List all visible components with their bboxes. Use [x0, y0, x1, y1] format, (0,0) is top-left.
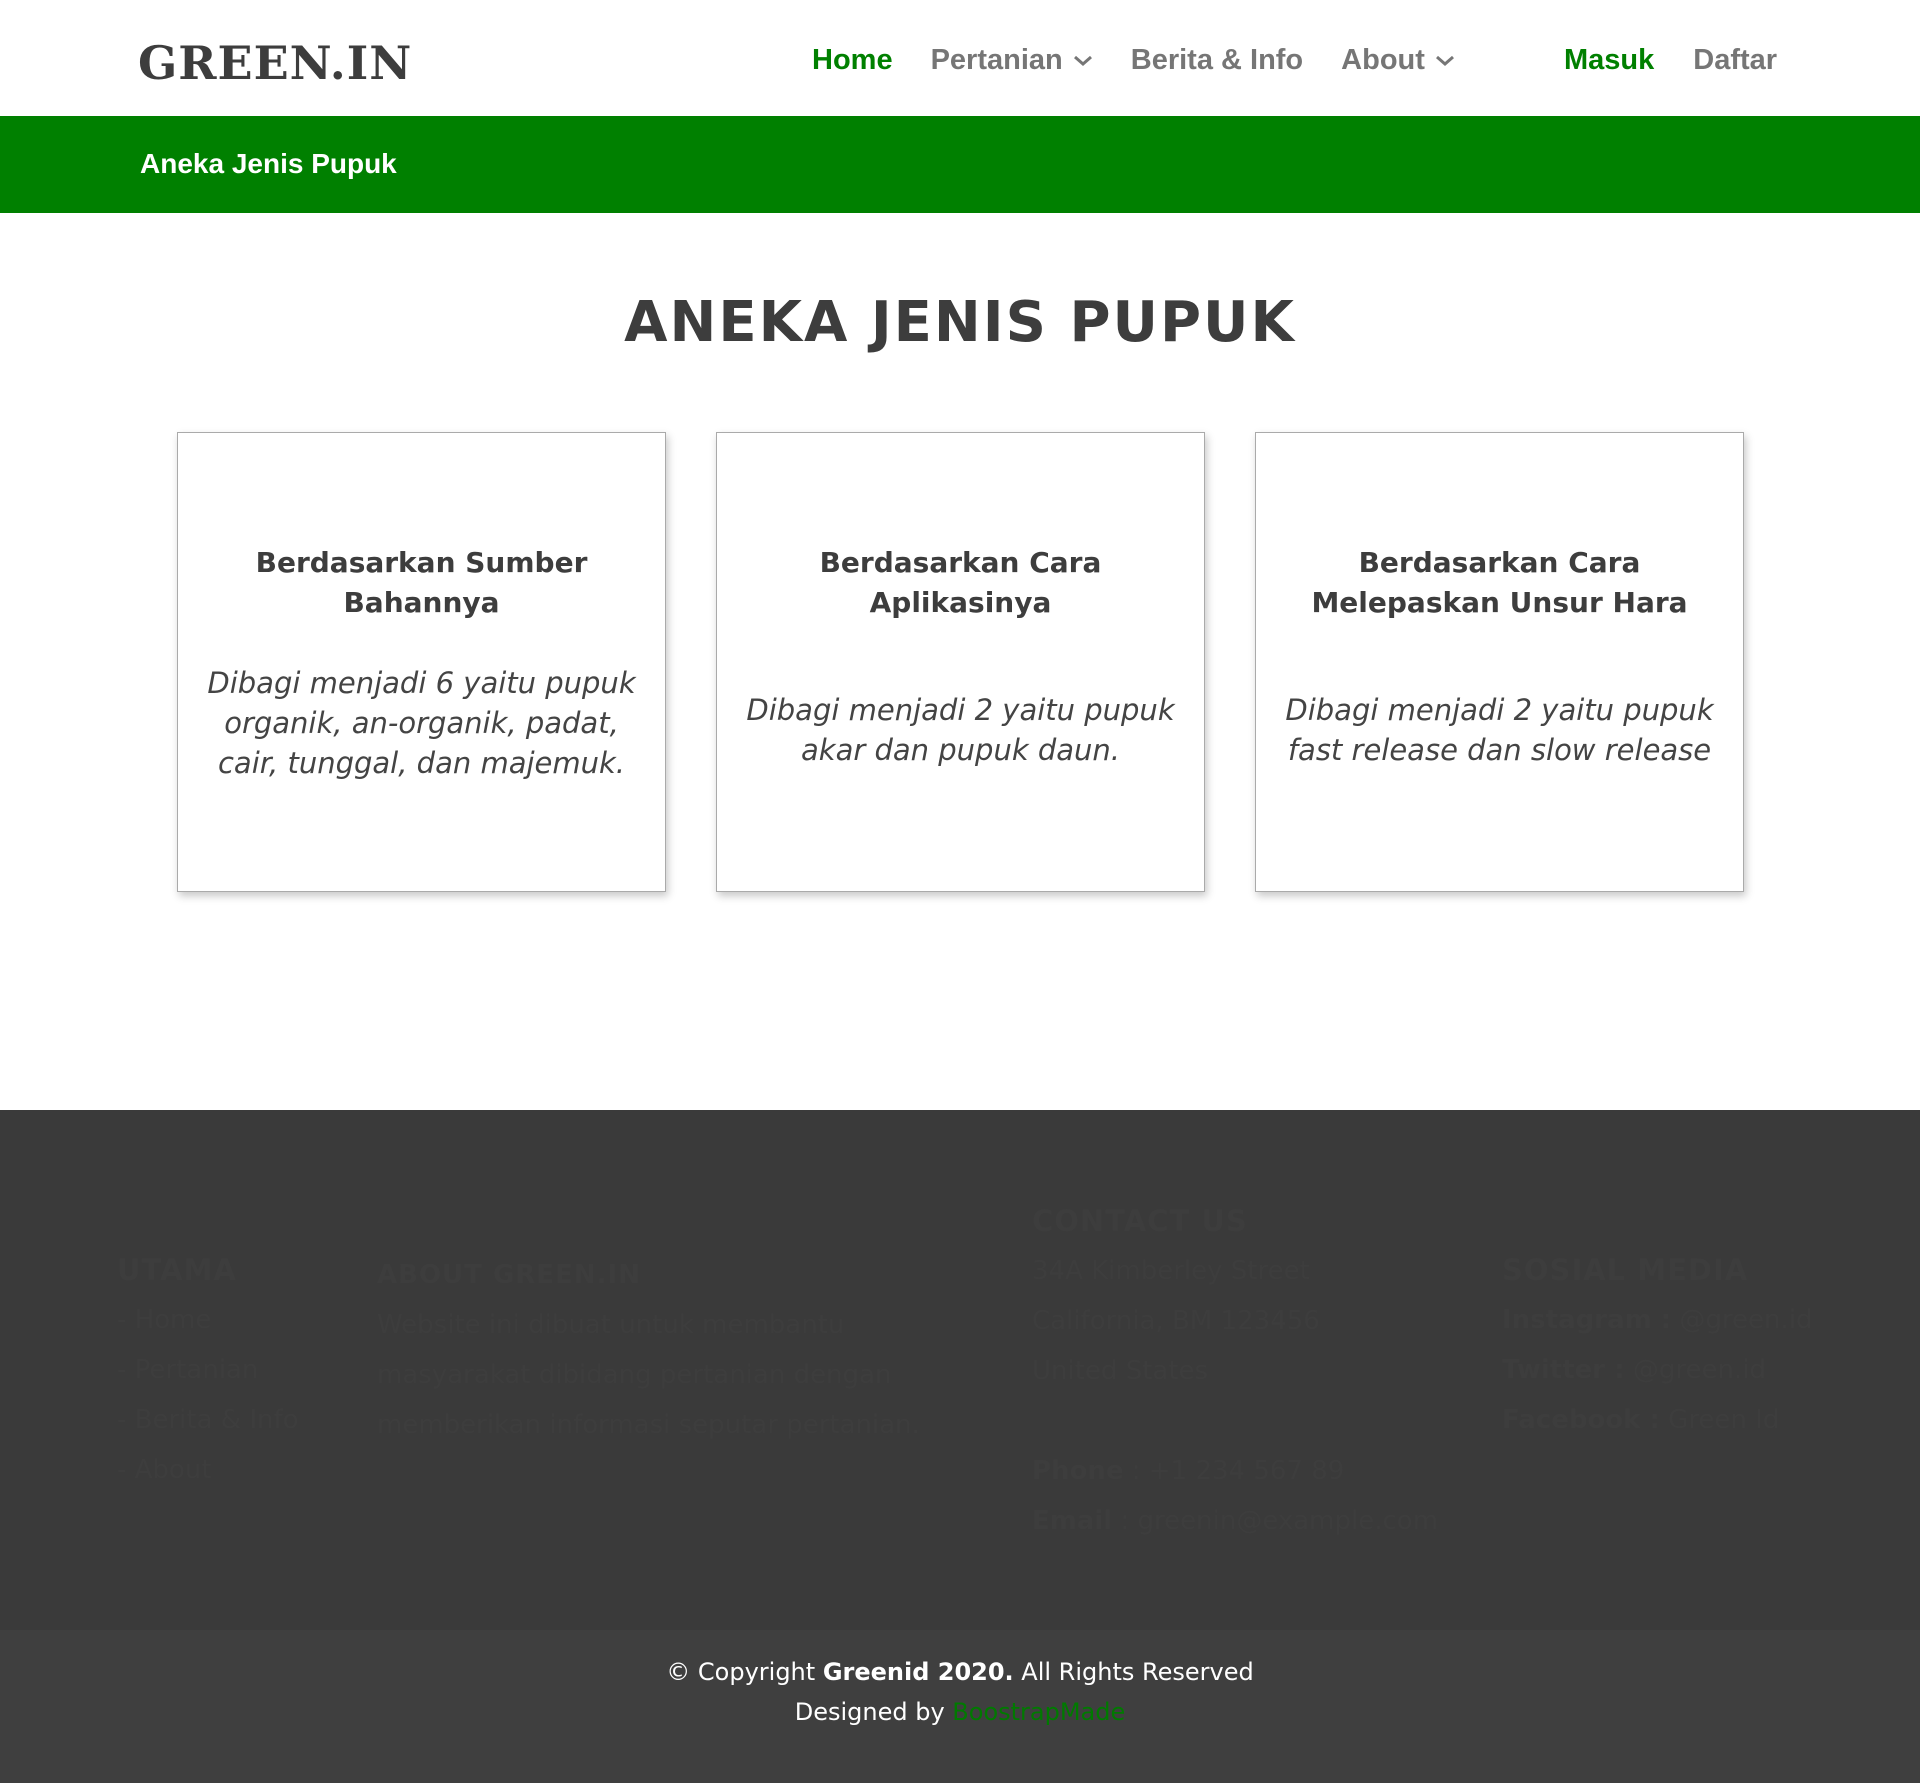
copyright-suffix: All Rights Reserved: [1013, 1658, 1254, 1686]
card-title: Berdasarkan Sumber Bahannya: [255, 546, 588, 619]
social-label: Twitter :: [1502, 1355, 1625, 1385]
site-logo[interactable]: GREEN.IN: [138, 36, 412, 90]
copyright-brand: Greenid 2020.: [822, 1658, 1014, 1686]
social-facebook[interactable]: Facebook : Green Id: [1502, 1395, 1813, 1445]
card-title: Berdasarkan Cara Aplikasinya: [819, 546, 1102, 619]
address-line: United States: [1032, 1356, 1209, 1386]
main-nav: Home Pertanian Berita & Info About: [812, 44, 1493, 77]
breadcrumb: Aneka Jenis Pupuk: [140, 148, 397, 179]
footer-contact: CONTACT US 34A Kimberley Street Californ…: [1032, 1196, 1438, 1546]
social-instagram[interactable]: Instagram : @green.id: [1502, 1295, 1813, 1345]
footer-link-about[interactable]: - About: [117, 1445, 299, 1495]
address-line: 34A Kimberley Street: [1032, 1256, 1310, 1286]
copyright-prefix: © Copyright: [666, 1658, 823, 1686]
about-text-line: masyarakat dibidang pertanian dengan: [377, 1360, 892, 1390]
footer-utama: UTAMA - Home - Pertanian - Berita & Info…: [117, 1245, 299, 1495]
register-link[interactable]: Daftar: [1693, 44, 1777, 77]
nav-item-home[interactable]: Home: [812, 44, 893, 77]
nav-item-berita-info[interactable]: Berita & Info: [1131, 44, 1303, 77]
phone-label: Phone: [1032, 1456, 1124, 1486]
footer-heading: SOSIAL MEDIA: [1502, 1253, 1749, 1287]
auth-links: Masuk Daftar: [1564, 44, 1777, 77]
site-header: GREEN.IN Home Pertanian Berita & Info Ab…: [0, 0, 1920, 116]
info-card: Berdasarkan Cara Melepaskan Unsur Hara D…: [1255, 432, 1744, 892]
nav-item-pertanian[interactable]: Pertanian: [931, 44, 1093, 77]
footer-about: ABOUT GREEN.IN Website ini dibuat untuk …: [377, 1250, 937, 1450]
email-line: Email : greenin@example.com: [1032, 1496, 1438, 1546]
info-card: Berdasarkan Sumber Bahannya Dibagi menja…: [177, 432, 666, 892]
footer-heading: CONTACT US: [1032, 1204, 1248, 1238]
copyright-text: © Copyright Greenid 2020. All Rights Res…: [0, 1658, 1920, 1686]
social-value: @green.id: [1671, 1305, 1813, 1335]
address-line: California, BM 123456: [1032, 1306, 1320, 1336]
info-card: Berdasarkan Cara Aplikasinya Dibagi menj…: [716, 432, 1205, 892]
designed-by-label: Designed by: [794, 1698, 953, 1726]
footer-heading: UTAMA: [117, 1253, 237, 1287]
login-link[interactable]: Masuk: [1564, 44, 1654, 77]
chevron-down-icon: [1073, 55, 1092, 66]
nav-item-label: Home: [812, 44, 893, 76]
footer-heading: ABOUT GREEN.IN: [377, 1260, 641, 1290]
footer-link-pertanian[interactable]: - Pertanian: [117, 1345, 299, 1395]
nav-item-label: Pertanian: [930, 44, 1063, 76]
designer-link[interactable]: BoostrapMade: [952, 1698, 1125, 1726]
footer-link-home[interactable]: - Home: [117, 1295, 299, 1345]
card-text: Dibagi menjadi 2 yaitu pupuk akar dan pu…: [746, 693, 1175, 767]
designed-by-text: Designed by BoostrapMade: [0, 1698, 1920, 1726]
email-value[interactable]: : greenin@example.com: [1112, 1506, 1438, 1536]
social-value: @green.id: [1624, 1355, 1766, 1385]
phone-line: Phone : +1 234 567 89: [1032, 1446, 1438, 1496]
about-text-line: memberikan informasi seputar pertanian.: [377, 1410, 920, 1440]
social-label: Facebook :: [1502, 1405, 1660, 1435]
social-label: Instagram :: [1502, 1305, 1672, 1335]
card-title: Berdasarkan Cara Melepaskan Unsur Hara: [1311, 546, 1688, 619]
email-label: Email: [1032, 1506, 1113, 1536]
social-twitter[interactable]: Twitter : @green.id: [1502, 1345, 1813, 1395]
chevron-down-icon: [1435, 55, 1454, 66]
footer-link-berita-info[interactable]: - Berita & Info: [117, 1395, 299, 1445]
social-value: Green Id: [1659, 1405, 1780, 1435]
about-text-line: Website ini dibuat untuk membantu: [377, 1310, 845, 1340]
nav-item-label: Berita & Info: [1130, 44, 1304, 76]
card-text: Dibagi menjadi 2 yaitu pupuk fast releas…: [1285, 693, 1714, 767]
phone-value: : +1 234 567 89: [1123, 1456, 1345, 1486]
page-title: ANEKA JENIS PUPUK: [624, 290, 1296, 355]
card-list: Berdasarkan Sumber Bahannya Dibagi menja…: [177, 432, 1744, 892]
copyright-bar: © Copyright Greenid 2020. All Rights Res…: [0, 1630, 1920, 1783]
card-text: Dibagi menjadi 6 yaitu pupuk organik, an…: [207, 666, 636, 780]
nav-item-label: About: [1341, 44, 1425, 76]
nav-item-about[interactable]: About: [1341, 44, 1455, 77]
footer-social: SOSIAL MEDIA Instagram : @green.id Twitt…: [1502, 1245, 1813, 1445]
breadcrumb-bar: Aneka Jenis Pupuk: [0, 116, 1920, 213]
